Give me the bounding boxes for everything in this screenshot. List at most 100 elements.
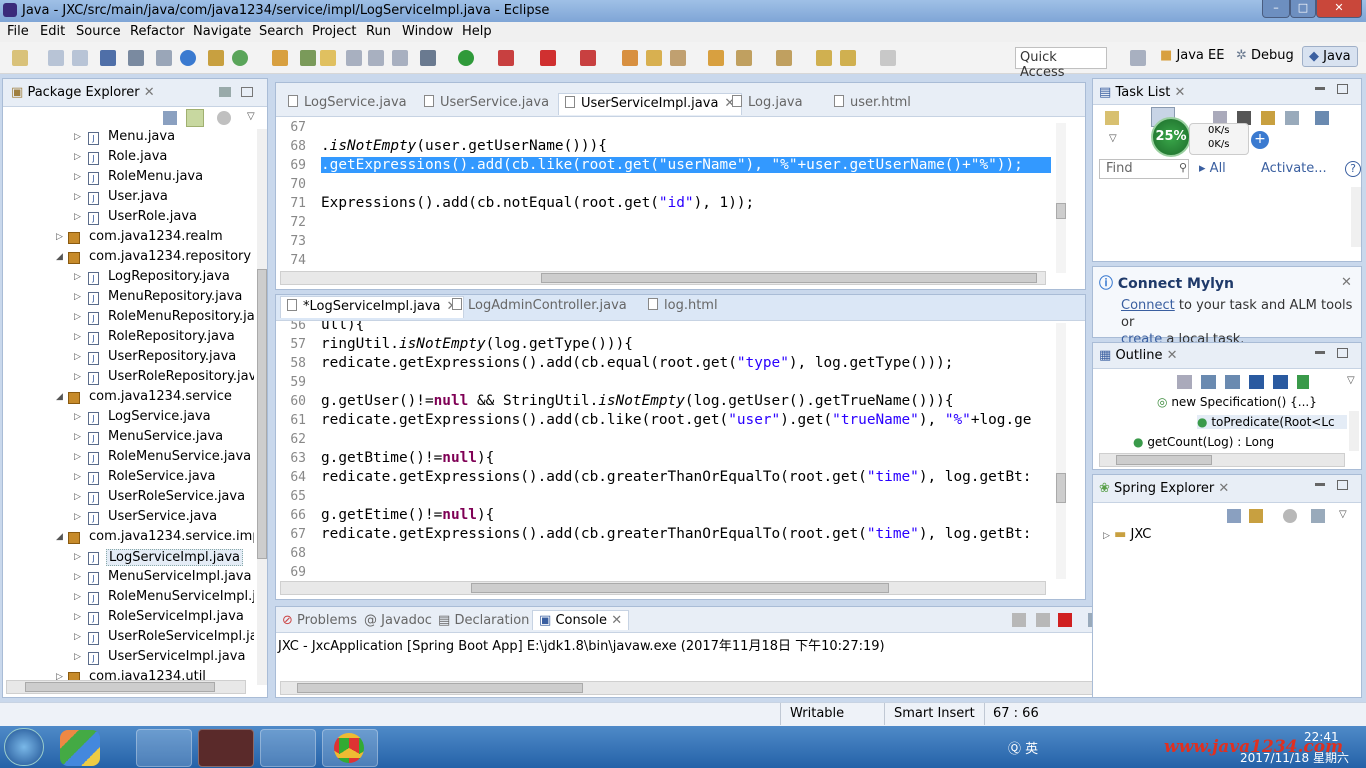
expand-icon[interactable]: ▷ [56,232,63,242]
forward-icon[interactable] [880,50,896,66]
tree-item[interactable]: ▷ J Role.java [4,148,254,168]
expand-icon[interactable]: ▷ [74,352,81,362]
tree-item[interactable]: ▷ J LogServiceImpl.java [4,548,254,568]
task-filter-all[interactable]: ▸ All [1199,161,1226,176]
task-list-scrollbar[interactable] [1351,187,1361,247]
new-task-icon[interactable] [1105,111,1119,125]
tree-item[interactable]: ▷ J UserService.java [4,508,254,528]
code-line[interactable]: .getExpressions().add(cb.like(root.get("… [321,157,1051,173]
outline-vscrollbar[interactable] [1349,411,1359,451]
taskbar-app-dolphin[interactable] [136,729,192,767]
editor-tab[interactable]: log.html [642,296,724,318]
code-line[interactable]: redicate.getExpressions().add(cb.greater… [321,526,1031,542]
perspective-java[interactable]: ◆ Java [1302,46,1358,67]
menu-search[interactable]: Search [259,24,304,39]
expand-icon[interactable]: ▷ [74,592,81,602]
minimize-icon[interactable] [1315,483,1325,486]
scheduled-icon[interactable] [1285,111,1299,125]
spring-explorer-tab[interactable]: ❀ Spring Explorer ✕ [1099,481,1229,496]
view-menu-icon[interactable]: ▽ [1109,133,1117,144]
editor-top-vscroll-thumb[interactable] [1056,203,1066,219]
filter-icon[interactable] [1283,509,1297,523]
pencil-icon[interactable] [670,50,686,66]
stop-icon[interactable] [540,50,556,66]
expand-icon[interactable]: ▷ [74,432,81,442]
code-line[interactable]: .isNotEmpty(user.getUserName())){ [321,138,607,154]
sort-icon[interactable] [1311,509,1325,523]
code-line[interactable]: ull){ [321,321,364,333]
expand-icon[interactable]: ▷ [74,332,81,342]
tree-item[interactable]: ▷ J RoleRepository.java [4,328,254,348]
tree-item[interactable]: ▷ J RoleMenuServiceImpl.java [4,588,254,608]
expand-icon[interactable]: ▷ [74,552,81,562]
activate-link[interactable]: Activate... [1261,161,1327,176]
maximize-icon[interactable] [241,87,253,97]
toggle-block-icon[interactable] [346,50,362,66]
ime-indicator[interactable]: Ⓠ 英 [1008,738,1038,757]
expand-icon[interactable]: ▷ [74,472,81,482]
editor-top-code[interactable]: 67 68 .isNotEmpty(user.getUserName())){69.… [276,119,1056,271]
mark-occurrences-icon[interactable] [320,50,336,66]
editor-tab[interactable]: LogAdminController.java [446,296,633,318]
menu-window[interactable]: Window [402,24,453,39]
close-button[interactable]: ✕ [1316,0,1362,18]
taskbar-app-wps[interactable] [260,729,316,767]
tree-item[interactable]: ◢ com.java1234.repository [4,248,254,268]
expand-icon[interactable]: ▷ [74,312,81,322]
perspective-java-ee[interactable]: ■ Java EE [1160,48,1224,63]
new-icon[interactable] [12,50,28,66]
view-menu-icon[interactable]: ▽ [247,111,255,122]
expand-icon[interactable]: ▷ [74,512,81,522]
tab-console[interactable]: ▣ Console ✕ [532,610,630,630]
tree-item[interactable]: ▷ J MenuRepository.java [4,288,254,308]
word-wrap-icon[interactable] [392,50,408,66]
toggle-mark-icon[interactable] [156,50,172,66]
expand-icon[interactable]: ▷ [74,652,81,662]
tree-item[interactable]: ▷ J UserRoleServiceImpl.java [4,628,254,648]
minimize-icon[interactable] [219,87,231,97]
outline-item-getcount[interactable]: ● getCount(Log) : Long [1133,435,1274,449]
code-line[interactable]: g.getEtime()!=null){ [321,507,494,523]
expand-icon[interactable]: ▷ [74,572,81,582]
terminate-icon[interactable] [1058,613,1072,627]
expand-icon[interactable]: ▷ [74,492,81,502]
outline-hscroll-thumb[interactable] [1116,455,1212,465]
tree-item[interactable]: ▷ J RoleService.java [4,468,254,488]
tree-item[interactable]: ▷ J RoleMenuService.java [4,448,254,468]
menu-project[interactable]: Project [312,24,356,39]
tree-item[interactable]: ▷ J RoleServiceImpl.java [4,608,254,628]
view-menu-icon[interactable]: ▽ [1347,375,1355,386]
collapse-all-icon[interactable] [1227,509,1241,523]
globe-icon[interactable] [180,50,196,66]
folder-icon[interactable] [646,50,662,66]
collapse-all-icon[interactable] [163,111,177,125]
menu-edit[interactable]: Edit [40,24,65,39]
close-icon[interactable]: ✕ [1175,85,1186,100]
save-all-icon[interactable] [72,50,88,66]
coverage-icon[interactable] [498,50,514,66]
start-button[interactable] [4,728,44,766]
link-editor-icon[interactable] [1249,509,1263,523]
code-line[interactable]: redicate.getExpressions().add(cb.like(ro… [321,412,1031,428]
menu-file[interactable]: File [7,24,29,39]
tab-declaration[interactable]: ▤ Declaration [438,613,529,628]
code-line[interactable]: redicate.getExpressions().add(cb.greater… [321,469,1031,485]
prev-annotation-icon[interactable] [776,50,792,66]
tab-javadoc[interactable]: @ Javadoc [364,613,432,628]
open-type-icon[interactable] [272,50,288,66]
menu-help[interactable]: Help [462,24,492,39]
menu-run[interactable]: Run [366,24,391,39]
build-icon[interactable] [208,50,224,66]
terminal-icon[interactable] [100,50,116,66]
menu-source[interactable]: Source [76,24,121,39]
editor-tab[interactable]: Log.java [726,93,809,115]
tab-problems[interactable]: ⊘ Problems [282,613,357,628]
close-icon[interactable]: ✕ [1341,275,1352,290]
tree-item[interactable]: ◢ com.java1234.service [4,388,254,408]
perspective-debug[interactable]: ✲ Debug [1236,48,1294,63]
tree-item[interactable]: ▷ J UserServiceImpl.java [4,648,254,668]
editor-top-vscrollbar[interactable] [1056,123,1066,273]
menu-refactor[interactable]: Refactor [130,24,185,39]
tree-item[interactable]: ▷ J UserRoleService.java [4,488,254,508]
back-icon[interactable] [840,50,856,66]
